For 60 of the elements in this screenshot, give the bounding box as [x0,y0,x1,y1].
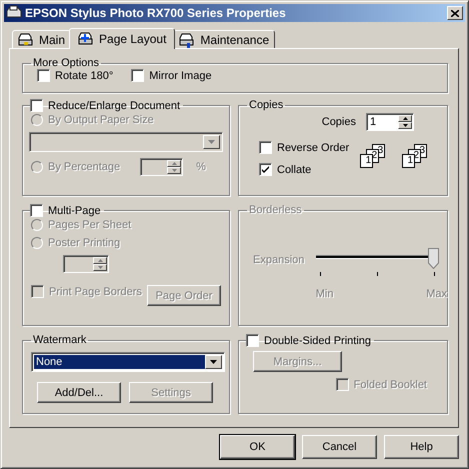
button[interactable]: Add/Del... [37,382,121,403]
down-arrow-icon [210,360,217,364]
printer-icon [78,31,94,47]
checkbox[interactable] [131,69,144,82]
tick-mark [320,272,321,276]
group-title: Borderless [248,204,303,216]
close-button[interactable] [447,6,463,20]
spin-down-button[interactable] [398,122,412,129]
down-arrow-icon [208,140,215,144]
number-field[interactable]: 1 [366,113,414,131]
field-label: Copies [322,116,356,128]
tick-label: Max [426,288,447,300]
unit-label: % [196,161,206,173]
checkbox-label: Collate [277,164,312,176]
checkbox[interactable] [30,204,43,217]
checkbox[interactable] [246,334,259,347]
page-icon: 1 [360,154,374,168]
tab[interactable]: Maintenance [173,30,276,48]
checkbox-label: Folded Booklet [354,378,427,390]
up-arrow-icon [402,117,408,120]
check-mark-icon [262,166,269,173]
down-arrow-icon [402,124,408,127]
radio-label: By Percentage [48,161,120,173]
checkbox-label: Multi-Page [48,204,101,216]
slider-label: Expansion [253,254,306,266]
button[interactable]: Cancel [302,435,377,459]
dropdown[interactable]: None [31,352,225,372]
checkbox-label: Rotate 180° [55,70,114,82]
group-title: Copies [248,99,284,111]
radio-label: By Output Paper Size [48,114,154,126]
tick-label: Min [316,288,334,300]
tab[interactable]: Page Layout [69,28,176,49]
down-arrow-icon [98,266,102,269]
tab[interactable]: Main [12,30,72,48]
dropdown-button[interactable] [205,355,222,369]
checkbox-label: Reverse Order [277,142,350,154]
checkbox-label: Reduce/Enlarge Document [48,100,180,112]
checkbox-label: Print Page Borders [49,286,142,298]
down-arrow-icon [172,169,177,172]
up-arrow-icon [172,162,177,165]
printer-icon [18,32,34,48]
close-icon [451,10,459,16]
radio-label: Pages Per Sheet [48,219,132,231]
page-icon: 1 [402,154,416,168]
checkbox[interactable] [259,141,272,154]
group-title: Watermark [32,334,88,346]
checkbox[interactable] [259,163,272,176]
window-title: EPSON Stylus Photo RX700 Series Properties [25,6,287,20]
checkbox[interactable] [30,99,43,112]
tick-mark [434,272,435,276]
checkbox-label: Double-Sided Printing [264,334,372,346]
button[interactable]: OK [220,435,295,459]
checkbox[interactable] [37,69,50,82]
radio-label: Poster Printing [48,237,120,249]
up-arrow-icon [98,259,102,262]
checkbox-label: Mirror Image [149,70,212,82]
button[interactable]: Help [384,435,459,459]
tick-mark [376,272,378,276]
spin-up-button[interactable] [398,115,412,122]
group-title: More Options [32,57,100,69]
